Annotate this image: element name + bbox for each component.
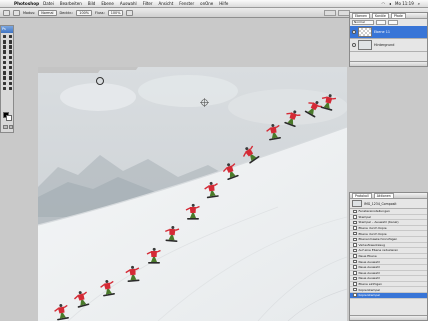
history-state-icon — [353, 220, 357, 225]
standard-mode-button[interactable] — [3, 125, 8, 129]
history-state-name: Stempel — [358, 214, 371, 219]
history-state-name: Neue Auswahl — [358, 270, 380, 275]
history-state-icon — [353, 287, 357, 292]
menubar-status: ◠ ◂ Mo 11:19 ⌕ — [382, 1, 428, 6]
background-color-swatch[interactable] — [6, 115, 12, 121]
crosshair-cursor-icon — [200, 98, 209, 107]
blend-mode-select[interactable]: Normal — [352, 20, 374, 25]
history-state-name: Neue Auswahl — [358, 276, 380, 281]
history-state-icon — [353, 209, 357, 214]
menu-bild[interactable]: Bild — [88, 1, 96, 6]
history-state-name: Neue Auswahl — [358, 265, 380, 270]
history-state-icon — [353, 265, 357, 269]
history-state-name: Ebene durch Kopie — [358, 226, 387, 231]
volume-icon[interactable]: ◂ — [389, 1, 391, 6]
canvas-image — [38, 67, 347, 321]
history-state-icon — [353, 282, 357, 286]
menu-bearbeiten[interactable]: Bearbeiten — [60, 1, 82, 6]
history-state-name: Ebenenmaske hinzufügen — [358, 237, 398, 242]
history-state-name: Auf eine Ebene reduzieren — [358, 248, 399, 253]
history-state-icon — [353, 293, 357, 297]
zoom-tool-icon[interactable] — [8, 86, 14, 91]
screen-mode-buttons — [3, 125, 13, 129]
menu-filter[interactable]: Filter — [143, 1, 153, 6]
history-snapshot[interactable]: IMG_1234_Composit — [350, 199, 427, 209]
history-bottom-bar — [350, 315, 427, 320]
menu-auswahl[interactable]: Auswahl — [120, 1, 137, 6]
layers-palette: Ebenen Kanäle Pfade Normal Ebene 11 Hint… — [349, 12, 428, 67]
history-state-name: Kopierstempel — [358, 287, 381, 292]
layer-name: Hintergrund — [374, 43, 395, 47]
tool-preset-icon[interactable] — [3, 9, 10, 16]
snapshot-name: IMG_1234_Composit — [364, 201, 397, 206]
history-state-name: Neue Ebene — [358, 254, 377, 259]
layer-row-ebene-11[interactable]: Ebene 11 — [350, 26, 427, 39]
history-state-name: Neue Auswahl — [358, 259, 380, 264]
layers-options: Normal — [350, 19, 427, 26]
airbrush-icon[interactable] — [126, 9, 134, 16]
history-state-name: Kopierstempel — [358, 293, 381, 298]
toolbox-title[interactable]: Ps — [1, 26, 13, 33]
tab-layers[interactable]: Ebenen — [352, 12, 370, 19]
history-row[interactable]: Kopierstempel — [350, 292, 427, 299]
menu-app-name[interactable]: Photoshop — [14, 1, 39, 6]
history-state-icon — [353, 254, 357, 258]
history-state-name: Verlaufswerkzeug — [358, 242, 386, 247]
flow-label: Fluss: — [95, 10, 105, 15]
menu-bar: Photoshop Datei Bearbeiten Bild Ebene Au… — [0, 0, 428, 8]
brush-preset-icon[interactable] — [13, 9, 20, 16]
palette-well — [324, 9, 350, 16]
history-palette: Protokoll Aktionen IMG_1234_Composit Fen… — [349, 192, 428, 321]
history-state-name: Ebene durch Kopie — [358, 231, 387, 236]
layer-row-hintergrund[interactable]: Hintergrund — [350, 39, 427, 52]
well-tab-brushes[interactable] — [324, 9, 336, 16]
history-state-icon — [353, 231, 357, 236]
history-state-icon — [353, 237, 357, 242]
layers-bottom-bar — [350, 61, 427, 66]
history-state-icon — [353, 215, 357, 219]
mode-select[interactable]: Normal — [38, 9, 57, 16]
eye-icon[interactable] — [352, 30, 356, 34]
history-state-name: Fenstereinstellungen — [358, 209, 390, 214]
tab-history[interactable]: Protokoll — [352, 192, 372, 199]
menu-datei[interactable]: Datei — [43, 1, 54, 6]
tab-paths[interactable]: Pfade — [390, 12, 406, 19]
history-state-icon — [353, 243, 357, 247]
history-list: Fenstereinstellungen Stempel Stempel – Aus… — [350, 209, 427, 299]
snapshot-thumbnail — [352, 200, 362, 207]
history-state-name: Stempel – Auswahl (Kanal) — [358, 220, 399, 225]
wifi-icon[interactable]: ◠ — [382, 1, 386, 6]
menu-hilfe[interactable]: Hilfe — [219, 1, 228, 6]
history-state-icon — [353, 271, 357, 275]
brush-cursor — [96, 77, 104, 85]
menu-ebene[interactable]: Ebene — [101, 1, 114, 6]
quickmask-mode-button[interactable] — [8, 125, 13, 129]
layer-name: Ebene 11 — [374, 30, 391, 34]
opacity-field[interactable]: 100% — [76, 9, 92, 16]
opacity-input[interactable] — [376, 20, 386, 25]
history-state-icon — [353, 276, 357, 281]
mode-label: Modus: — [23, 10, 36, 15]
opacity-label: Deckkr.: — [59, 10, 74, 15]
menu-onone[interactable]: onOne — [200, 1, 213, 6]
eye-icon[interactable] — [352, 43, 356, 47]
layer-thumbnail — [358, 27, 372, 37]
tab-channels[interactable]: Kanäle — [372, 12, 389, 19]
tab-actions[interactable]: Aktionen — [373, 192, 394, 199]
history-state-name: Ebene einfügen — [358, 282, 383, 287]
flow-field[interactable]: 100% — [107, 9, 124, 16]
toolbox: Ps — [0, 25, 14, 133]
history-state-icon — [353, 259, 357, 264]
history-state-icon — [353, 248, 357, 253]
clock[interactable]: Mo 11:19 — [395, 1, 414, 6]
menu-fenster[interactable]: Fenster — [179, 1, 194, 6]
layer-thumbnail — [358, 40, 372, 50]
spotlight-icon[interactable]: ⌕ — [418, 1, 420, 6]
document-canvas[interactable] — [38, 67, 347, 321]
menu-ansicht[interactable]: Ansicht — [159, 1, 174, 6]
fill-input[interactable] — [388, 20, 398, 25]
history-state-icon — [353, 226, 357, 230]
